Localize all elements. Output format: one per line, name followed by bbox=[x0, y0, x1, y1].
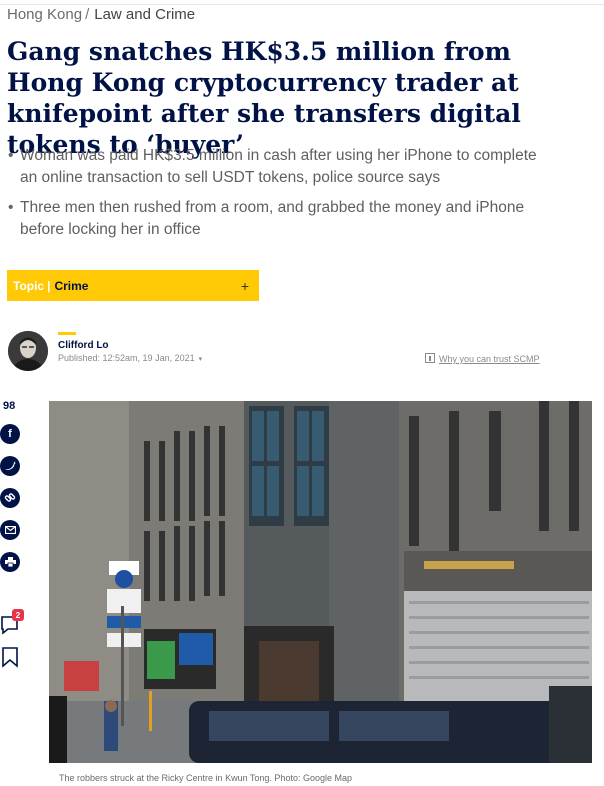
publish-date[interactable]: Published: 12:52am, 19 Jan, 2021 ▾ bbox=[58, 353, 202, 363]
publish-date-text: Published: 12:52am, 19 Jan, 2021 bbox=[58, 353, 195, 363]
summary-item: Woman was paid HK$3.5 million in cash af… bbox=[8, 145, 548, 189]
summary-item: Three men then rushed from a room, and g… bbox=[8, 197, 548, 241]
article-summary: Woman was paid HK$3.5 million in cash af… bbox=[8, 145, 548, 249]
topic-separator: | bbox=[47, 278, 51, 293]
info-icon bbox=[425, 353, 435, 363]
trust-link-text: Why you can trust SCMP bbox=[439, 354, 540, 364]
topic-label: Topic bbox=[13, 278, 45, 293]
topic-follow-bar[interactable]: Topic | Crime + bbox=[7, 270, 259, 301]
photo-caption: The robbers struck at the Ricky Centre i… bbox=[59, 773, 352, 783]
author-avatar[interactable] bbox=[8, 331, 48, 371]
twitter-icon[interactable] bbox=[0, 456, 20, 476]
breadcrumb-section-link[interactable]: Hong Kong bbox=[7, 6, 82, 23]
plus-icon[interactable]: + bbox=[241, 278, 249, 294]
comment-count-badge: 2 bbox=[12, 609, 24, 621]
breadcrumb: Hong Kong / Law and Crime bbox=[7, 6, 195, 23]
link-icon[interactable] bbox=[0, 488, 20, 508]
article-headline: Gang snatches HK$3.5 million from Hong K… bbox=[7, 37, 521, 159]
bookmark-icon[interactable] bbox=[0, 646, 22, 668]
email-icon[interactable] bbox=[0, 520, 20, 540]
chevron-down-icon: ▾ bbox=[198, 356, 203, 363]
author-accent-bar bbox=[58, 332, 76, 335]
topic-value[interactable]: Crime bbox=[54, 279, 88, 293]
trust-scmp-link[interactable]: Why you can trust SCMP bbox=[425, 353, 540, 364]
article-photo[interactable] bbox=[49, 401, 592, 763]
print-icon[interactable] bbox=[0, 552, 20, 572]
share-count: 98 bbox=[3, 400, 16, 412]
breadcrumb-separator: / bbox=[85, 6, 90, 23]
top-divider bbox=[0, 4, 604, 5]
author-name-link[interactable]: Clifford Lo bbox=[58, 340, 109, 351]
breadcrumb-subsection-link[interactable]: Law and Crime bbox=[94, 6, 195, 23]
facebook-icon[interactable]: f bbox=[0, 424, 20, 444]
